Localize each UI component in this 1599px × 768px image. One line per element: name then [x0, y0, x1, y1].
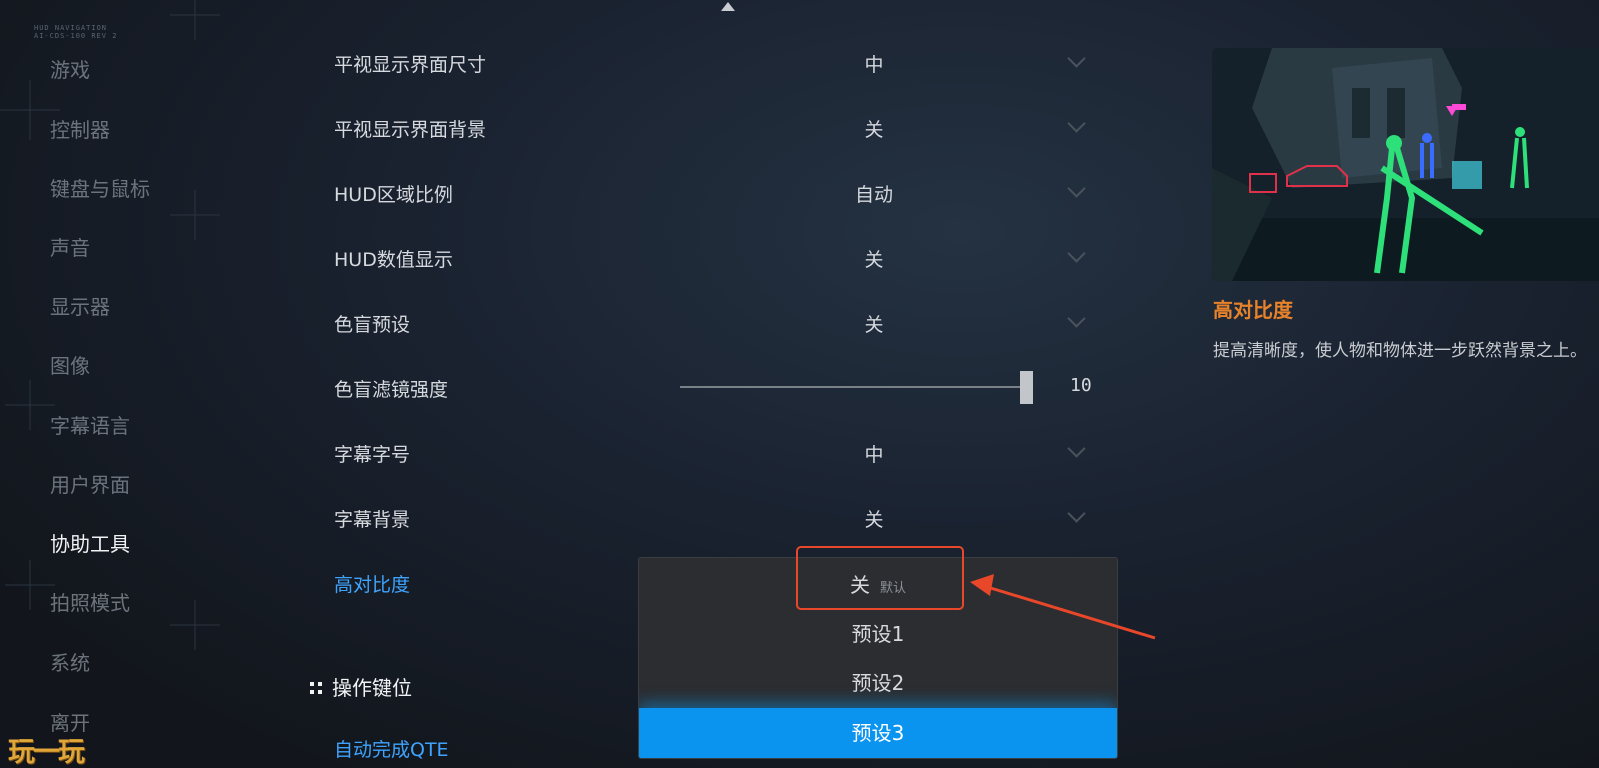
- setting-value[interactable]: 中: [814, 50, 934, 77]
- settings-screen: HUD NAVIGATION AI-CDS-100 REV 2 游戏 控制器 键…: [0, 0, 1599, 768]
- setting-label: 自动完成QTE: [334, 739, 449, 761]
- dropdown-option-preset-2[interactable]: 预设2: [639, 658, 1117, 708]
- setting-label: 色盲预设: [334, 314, 411, 336]
- setting-label: HUD数值显示: [334, 249, 453, 271]
- slider-value: 10: [1070, 375, 1092, 396]
- setting-value[interactable]: 关: [814, 310, 934, 337]
- sidebar-item-subtitle-language[interactable]: 字幕语言: [50, 411, 130, 441]
- sidebar-item-user-interface[interactable]: 用户界面: [50, 470, 130, 500]
- setting-label: HUD区域比例: [334, 184, 453, 206]
- setting-row-hud-background[interactable]: 平视显示界面背景 关: [334, 107, 1094, 147]
- sidebar-item-graphics[interactable]: 图像: [50, 351, 90, 381]
- setting-row-colorblind-filter-strength[interactable]: 色盲滤镜强度 10: [334, 367, 1094, 407]
- preview-description: 提高清晰度，使人物和物体进一步跃然背景之上。: [1213, 341, 1587, 361]
- setting-row-subtitle-background[interactable]: 字幕背景 关: [334, 497, 1094, 537]
- dropdown-option-preset-3[interactable]: 预设3: [639, 708, 1117, 758]
- grip-dots-icon: [310, 680, 324, 696]
- setting-row-subtitle-size[interactable]: 字幕字号 中: [334, 432, 1094, 472]
- setting-row-colorblind-preset[interactable]: 色盲预设 关: [334, 302, 1094, 342]
- hud-tag-line-2: AI-CDS-100 REV 2: [34, 32, 118, 40]
- slider-handle[interactable]: [1020, 371, 1033, 404]
- scroll-up-arrow-icon[interactable]: [721, 2, 735, 11]
- high-contrast-preview-image: [1212, 48, 1599, 281]
- section-header-controls: 操作键位: [310, 672, 412, 701]
- chevron-down-icon[interactable]: [1067, 49, 1086, 68]
- sidebar-item-keyboard-mouse[interactable]: 键盘与鼠标: [50, 174, 150, 204]
- setting-label: 色盲滤镜强度: [334, 379, 449, 401]
- sidebar-item-game[interactable]: 游戏: [50, 55, 90, 85]
- setting-value[interactable]: 关: [814, 245, 934, 272]
- setting-row-hud-area-ratio[interactable]: HUD区域比例 自动: [334, 172, 1094, 212]
- annotation-highlight-box: [796, 546, 964, 610]
- setting-label: 平视显示界面尺寸: [334, 54, 487, 76]
- hud-navigation-tag: HUD NAVIGATION AI-CDS-100 REV 2: [34, 24, 117, 40]
- setting-value[interactable]: 关: [814, 505, 934, 532]
- setting-row-hud-number-display[interactable]: HUD数值显示 关: [334, 237, 1094, 277]
- chevron-down-icon[interactable]: [1067, 309, 1086, 328]
- chevron-down-icon[interactable]: [1067, 179, 1086, 198]
- chevron-down-icon[interactable]: [1067, 244, 1086, 263]
- sidebar-item-photo-mode[interactable]: 拍照模式: [50, 588, 130, 618]
- sidebar-item-controller[interactable]: 控制器: [50, 115, 110, 145]
- hud-tag-line-1: HUD NAVIGATION: [34, 24, 108, 32]
- annotation-arrow-icon: [970, 574, 1156, 640]
- preview-title: 高对比度: [1213, 298, 1293, 322]
- setting-value[interactable]: 中: [814, 440, 934, 467]
- setting-label: 字幕背景: [334, 509, 411, 531]
- setting-label: 高对比度: [334, 574, 411, 596]
- slider-track[interactable]: [680, 386, 1020, 388]
- setting-row-hud-size[interactable]: 平视显示界面尺寸 中: [334, 42, 1094, 82]
- chevron-down-icon[interactable]: [1067, 114, 1086, 133]
- sidebar-item-sound[interactable]: 声音: [50, 233, 90, 263]
- chevron-down-icon[interactable]: [1067, 504, 1086, 523]
- setting-label: 平视显示界面背景: [334, 119, 487, 141]
- setting-value[interactable]: 关: [814, 115, 934, 142]
- watermark-logo: 玩一玩: [8, 737, 85, 768]
- section-header-label: 操作键位: [332, 676, 412, 700]
- setting-label: 字幕字号: [334, 444, 411, 466]
- sidebar-item-display[interactable]: 显示器: [50, 292, 110, 322]
- setting-value[interactable]: 自动: [814, 180, 934, 207]
- sidebar-item-accessibility[interactable]: 协助工具: [50, 529, 130, 559]
- chevron-down-icon[interactable]: [1067, 439, 1086, 458]
- sidebar-item-system[interactable]: 系统: [50, 648, 90, 678]
